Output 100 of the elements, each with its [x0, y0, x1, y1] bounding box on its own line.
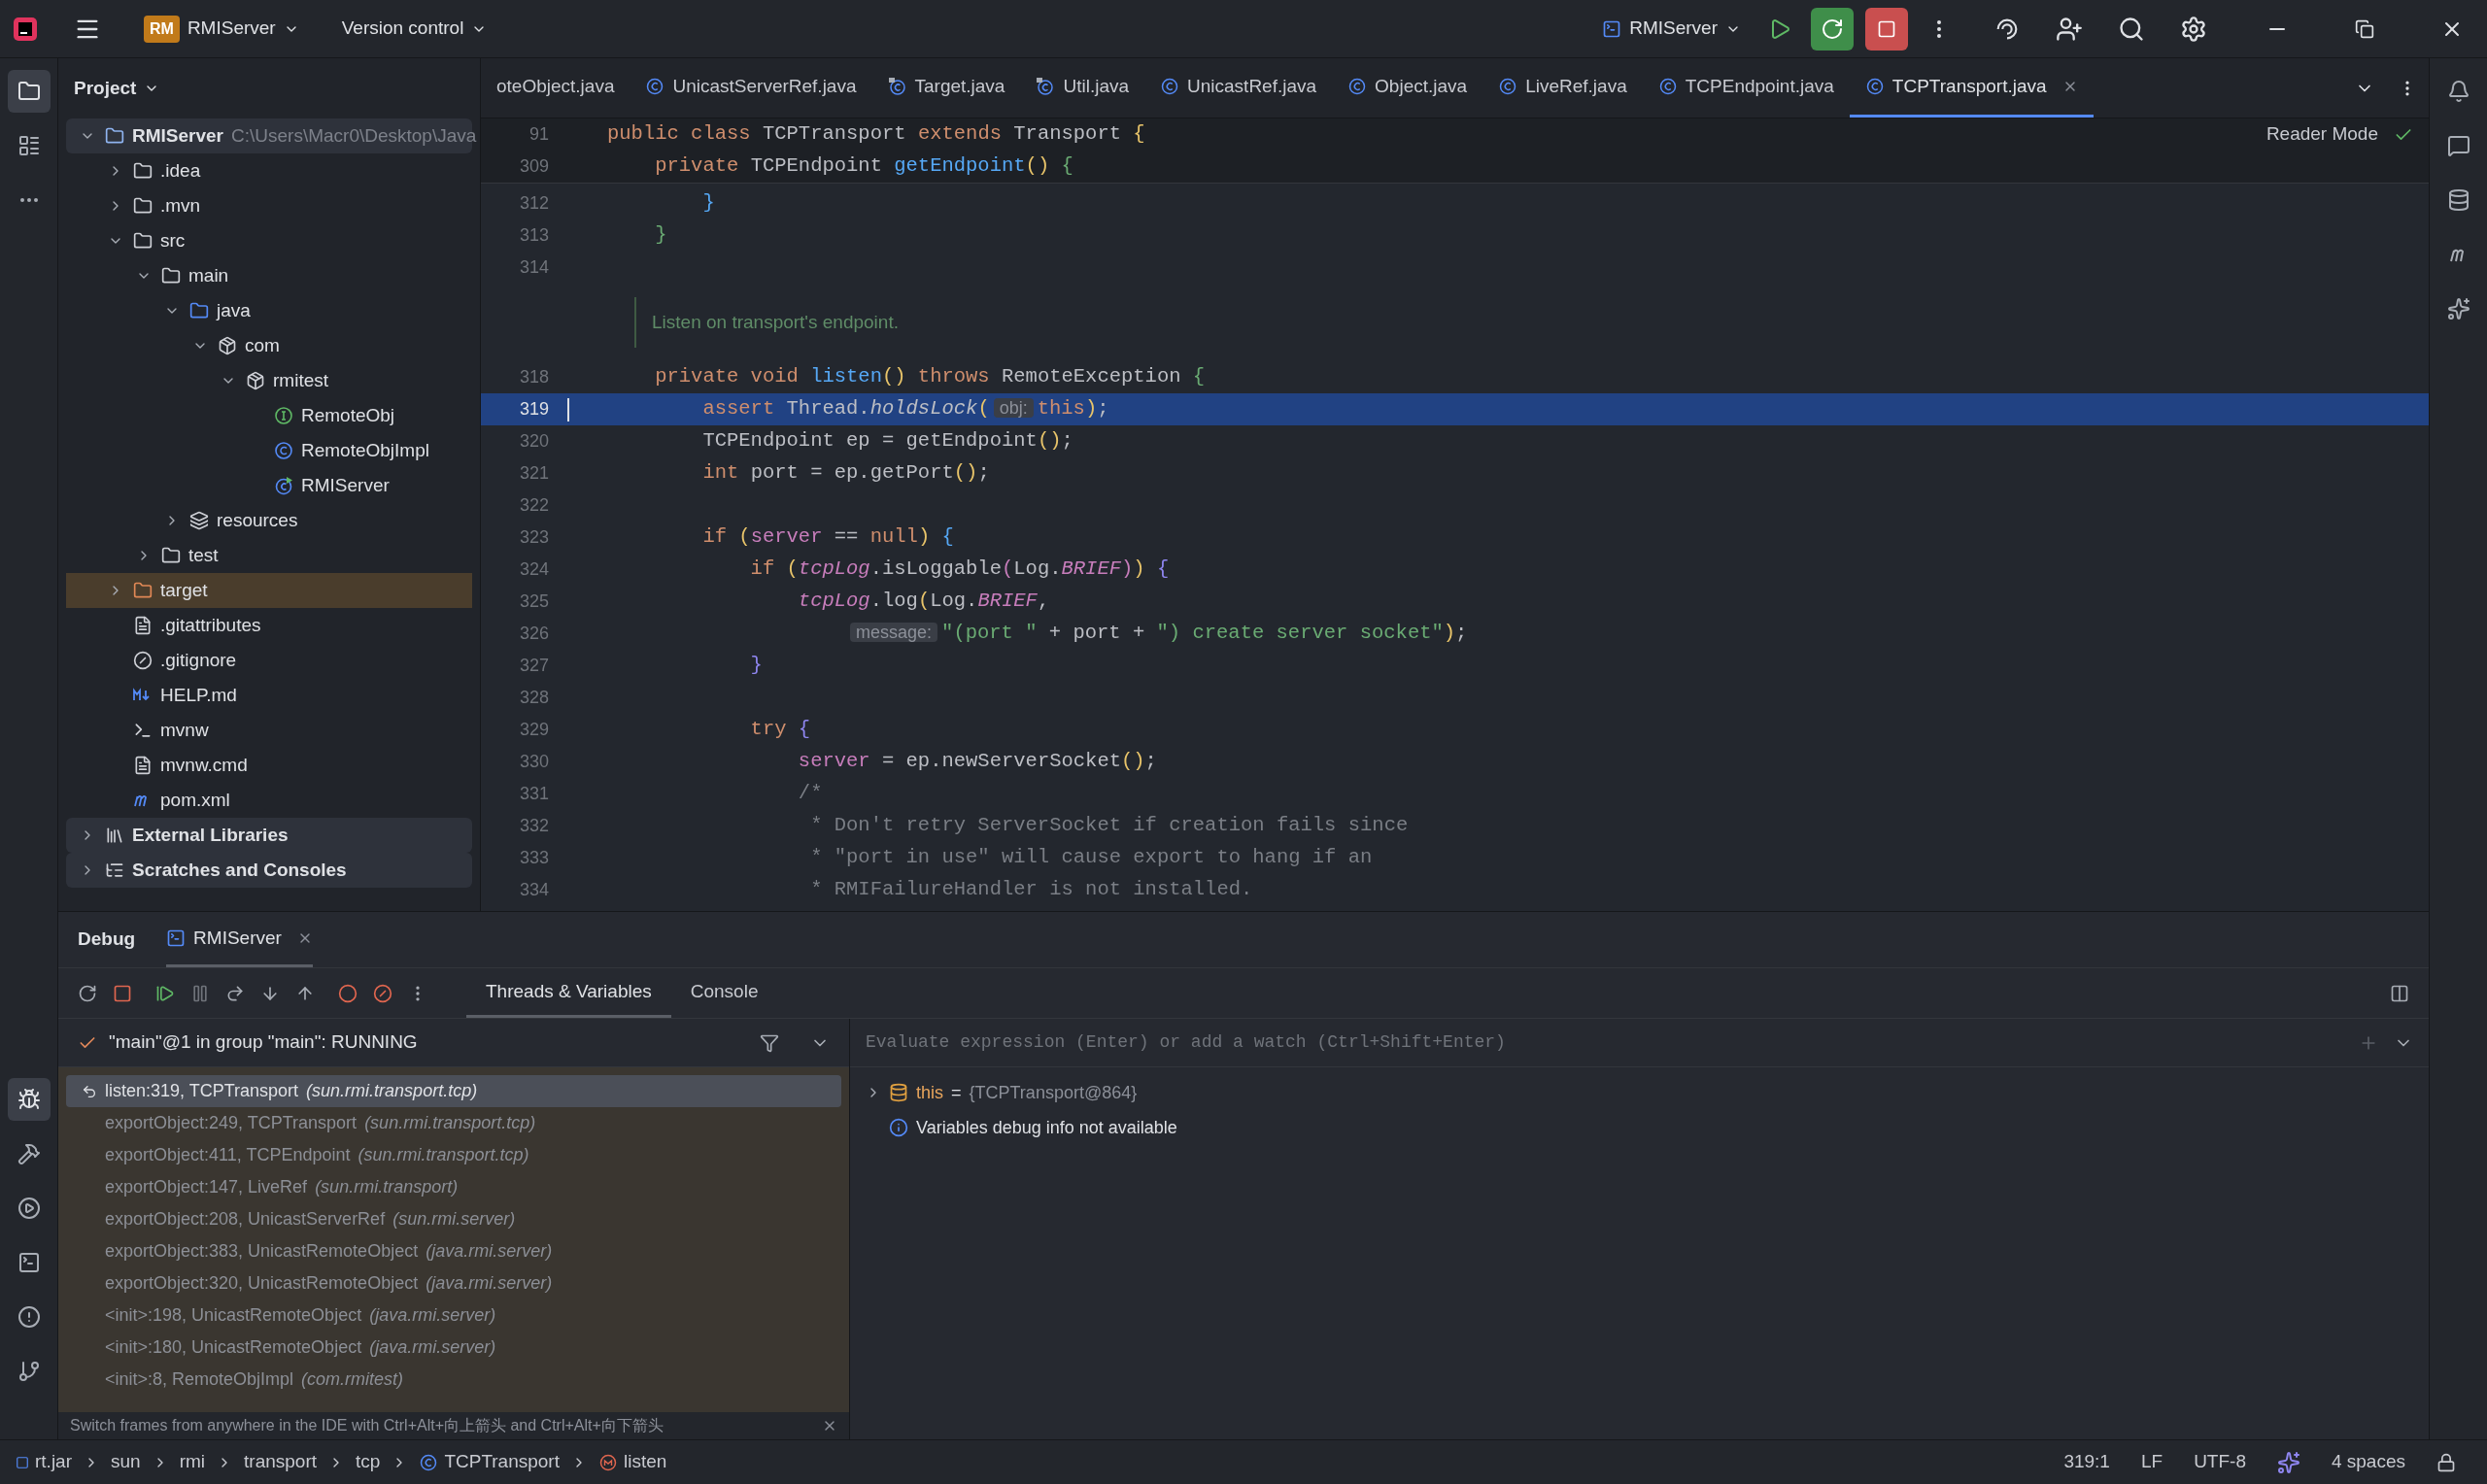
restore-icon[interactable]: [2355, 18, 2374, 39]
stack-frame[interactable]: <init>:8, RemoteObjImpl (com.rmitest): [66, 1364, 841, 1396]
editor-tab[interactable]: UnicastRef.java: [1144, 58, 1333, 118]
breadcrumb[interactable]: TCPTransport: [419, 1448, 560, 1476]
package-icon: [246, 371, 265, 390]
step-over-icon[interactable]: [225, 983, 245, 1003]
editor-tab[interactable]: Target.java: [871, 58, 1021, 118]
tree-item[interactable]: .idea: [66, 153, 472, 188]
stack-frame[interactable]: <init>:198, UnicastRemoteObject (java.rmi.server): [66, 1299, 841, 1332]
code-line: }: [701, 190, 715, 217]
variable-row[interactable]: this = {TCPTransport@864}: [866, 1075, 2413, 1110]
stack-frame[interactable]: exportObject:249, TCPTransport (sun.rmi.transport.tcp): [66, 1107, 841, 1139]
breadcrumb[interactable]: sun: [111, 1448, 141, 1476]
rerun-button[interactable]: [1811, 7, 1854, 51]
file-encoding[interactable]: UTF-8: [2194, 1448, 2246, 1476]
folder-icon: [133, 196, 153, 216]
breakpoints-icon[interactable]: [338, 983, 358, 1003]
tree-item[interactable]: mvnw: [66, 713, 472, 748]
tree-item[interactable]: RemoteObj: [66, 398, 472, 433]
tree-item[interactable]: src: [66, 223, 472, 258]
text-file-icon: [133, 616, 153, 635]
code-line: * RMIFailureHandler is not installed.: [809, 877, 1253, 903]
vcs-menu[interactable]: Version control: [333, 11, 495, 47]
project-switcher[interactable]: RM RMIServer: [136, 11, 307, 47]
breadcrumb[interactable]: rmi: [179, 1448, 206, 1476]
stack-frame[interactable]: exportObject:320, UnicastRemoteObject (java.rmi.server): [66, 1267, 841, 1299]
search-icon[interactable]: [2118, 15, 2145, 43]
tree-item[interactable]: mvnw.cmd: [66, 748, 472, 783]
debug-tab[interactable]: Console: [670, 968, 778, 1018]
stack-frame[interactable]: listen:319, TCPTransport (sun.rmi.transport.tcp): [66, 1075, 841, 1107]
line-number: 318: [518, 366, 549, 388]
tree-item-label: java: [217, 298, 251, 322]
line-separator[interactable]: LF: [2140, 1448, 2163, 1476]
indent-setting[interactable]: 4 spaces: [2331, 1448, 2405, 1476]
tree-item[interactable]: test: [66, 538, 472, 573]
reader-mode-label[interactable]: Reader Mode: [2266, 120, 2378, 149]
tree-item[interactable]: .gitattributes: [66, 608, 472, 643]
code-line: server = ep.newServerSocket();: [797, 749, 1157, 775]
layout-icon[interactable]: [2390, 983, 2409, 1003]
run-config-selector[interactable]: RMIServer: [1594, 11, 1749, 47]
sparkle-icon[interactable]: [2276, 1450, 2300, 1474]
editor-tab[interactable]: Util.java: [1020, 58, 1145, 118]
runnable-class-icon: [274, 476, 293, 495]
tree-item-label: RMIServer: [301, 473, 390, 497]
breadcrumb[interactable]: listen: [598, 1448, 667, 1476]
editor-tab[interactable]: TCPEndpoint.java: [1642, 58, 1850, 118]
debug-tool-icon[interactable]: [7, 1078, 51, 1121]
breadcrumb[interactable]: tcp: [356, 1448, 381, 1476]
stack-frame[interactable]: exportObject:411, TCPEndpoint (sun.rmi.transport.tcp): [66, 1139, 841, 1171]
stack-frame[interactable]: exportObject:147, LiveRef (sun.rmi.transport): [66, 1171, 841, 1203]
tree-item[interactable]: rmitest: [66, 363, 472, 398]
tree-item[interactable]: main: [66, 258, 472, 293]
tree-item[interactable]: HELP.md: [66, 678, 472, 713]
project-tool-icon[interactable]: [7, 70, 51, 113]
panel-title[interactable]: Project: [74, 74, 160, 103]
line-number: 333: [518, 847, 549, 869]
debug-tab[interactable]: Threads & Variables: [466, 968, 671, 1018]
settings-icon[interactable]: [2180, 15, 2207, 43]
thread-selector[interactable]: "main"@1 in group "main": RUNNING: [109, 1029, 748, 1057]
tree-item[interactable]: External Libraries: [66, 818, 472, 853]
stop-button[interactable]: [1865, 7, 1908, 51]
stack-frame[interactable]: exportObject:208, UnicastServerRef (sun.rmi.server): [66, 1203, 841, 1235]
stack-frame[interactable]: <init>:180, UnicastRemoteObject (java.rmi.server): [66, 1332, 841, 1364]
stop-icon[interactable]: [113, 983, 132, 1003]
editor-tab[interactable]: UnicastServerRef.java: [630, 58, 872, 118]
tree-item[interactable]: target: [66, 573, 472, 608]
editor-tab[interactable]: oteObject.java: [481, 58, 630, 118]
editor-tab[interactable]: Object.java: [1332, 58, 1483, 118]
tree-item[interactable]: java: [66, 293, 472, 328]
cursor-position[interactable]: 319:1: [2063, 1448, 2110, 1476]
rerun-icon[interactable]: [78, 983, 97, 1003]
tree-item[interactable]: com: [66, 328, 472, 363]
tree-item[interactable]: Scratches and Consoles: [66, 853, 472, 888]
tree-item[interactable]: RemoteObjImpl: [66, 433, 472, 468]
field-icon: [889, 1083, 908, 1102]
editor-tab[interactable]: LiveRef.java: [1482, 58, 1643, 118]
scratches-icon: [105, 860, 124, 880]
tree-item[interactable]: .gitignore: [66, 643, 472, 678]
tree-item[interactable]: .mvn: [66, 188, 472, 223]
evaluate-field[interactable]: Evaluate expression (Enter) or add a watch (Ctrl+Shift+Enter): [866, 1029, 2343, 1056]
tree-item[interactable]: RMIServer: [66, 468, 472, 503]
lock-icon[interactable]: [2436, 1452, 2456, 1472]
mute-breakpoints-icon[interactable]: [373, 983, 392, 1003]
add-user-icon[interactable]: [2056, 15, 2083, 43]
code-line: }: [654, 222, 667, 249]
stack-frame[interactable]: exportObject:383, UnicastRemoteObject (java.rmi.server): [66, 1235, 841, 1267]
shell-script-icon: [133, 721, 153, 740]
tree-item-label: src: [160, 228, 186, 253]
filter-icon[interactable]: [760, 1032, 779, 1053]
breadcrumb[interactable]: transport: [244, 1448, 317, 1476]
folder-icon: [133, 161, 153, 181]
pause-icon[interactable]: [190, 983, 210, 1003]
module-folder-icon: [105, 126, 124, 146]
session-tab[interactable]: RMIServer: [166, 912, 313, 967]
resume-icon[interactable]: [155, 983, 175, 1003]
tree-item[interactable]: pom.xml: [66, 783, 472, 818]
line-number: 332: [518, 815, 549, 837]
app-icon: [1602, 18, 1622, 39]
tree-item[interactable]: resources: [66, 503, 472, 538]
breadcrumb[interactable]: rt.jar: [16, 1448, 72, 1476]
